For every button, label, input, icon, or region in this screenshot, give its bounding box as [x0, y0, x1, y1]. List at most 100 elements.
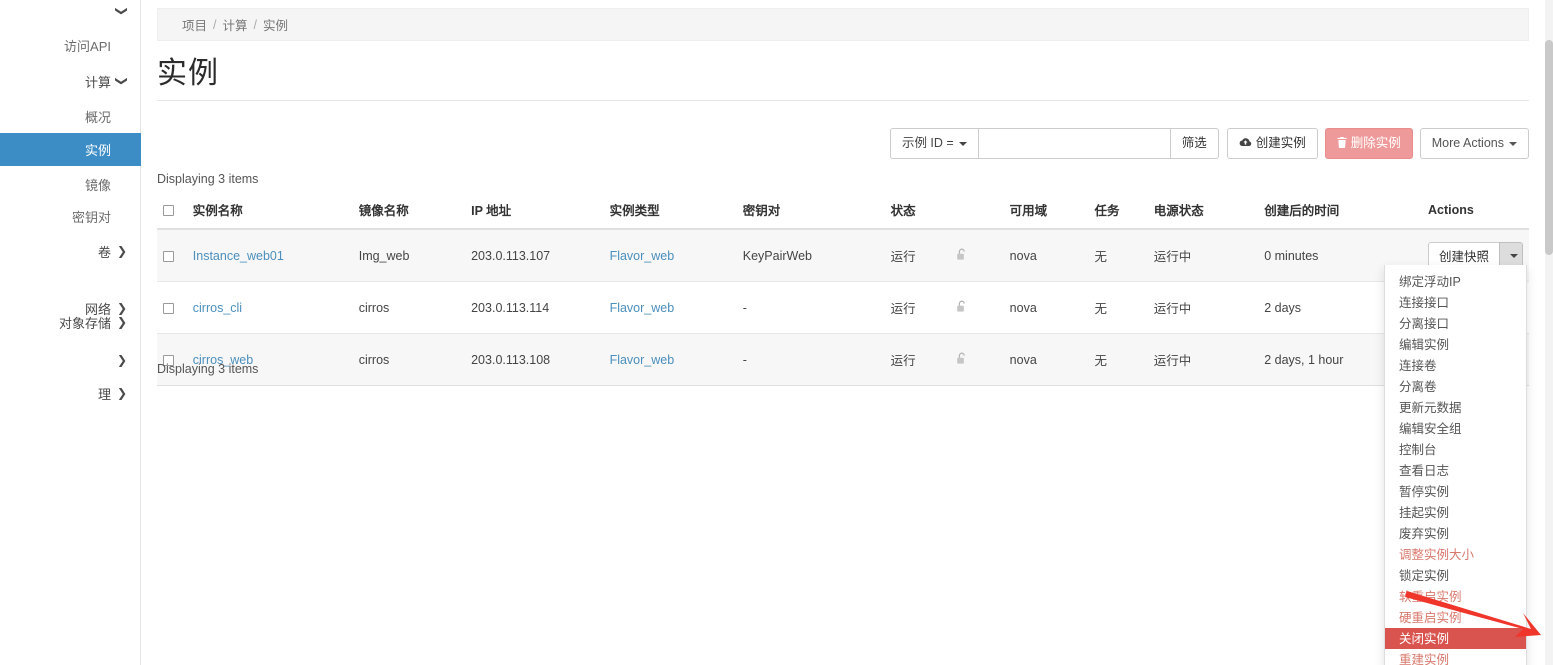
page-scrollbar-thumb[interactable] — [1545, 40, 1553, 255]
cell-keypair: - — [737, 334, 885, 386]
menu-item-15[interactable]: 软重启实例 — [1385, 586, 1526, 607]
cell-power-state: 运行中 — [1148, 334, 1258, 386]
chevron-right-icon: ❯ — [111, 354, 127, 366]
sidebar-item-label: 计算 — [10, 72, 111, 91]
sidebar-item-volumes-group[interactable]: 卷❯ — [0, 235, 141, 267]
cell-instance-name: cirros_cli — [187, 282, 353, 334]
cell-power-state-text: 运行中 — [1154, 250, 1192, 264]
chevron-down-icon: ❯ — [111, 75, 127, 87]
breadcrumb-item-1[interactable]: 计算 — [223, 15, 248, 34]
sidebar-item-compute-group[interactable]: 计算❯ — [0, 66, 141, 96]
menu-item-1[interactable]: 连接接口 — [1385, 292, 1526, 313]
main-content: 项目/计算/实例 实例 示例 ID = 筛选 创建实例 — [141, 0, 1545, 665]
header-ip-address[interactable]: IP 地址 — [465, 196, 603, 229]
header-task[interactable]: 任务 — [1089, 196, 1148, 229]
menu-item-4[interactable]: 连接卷 — [1385, 355, 1526, 376]
instances-table: 实例名称 镜像名称 IP 地址 实例类型 密钥对 状态 可用域 任务 电源状态 … — [157, 196, 1529, 386]
filter-field-select[interactable]: 示例 ID = — [890, 128, 979, 159]
menu-item-2[interactable]: 分离接口 — [1385, 313, 1526, 334]
menu-item-0[interactable]: 绑定浮动IP — [1385, 271, 1526, 292]
sidebar-item-images[interactable]: 镜像 — [0, 169, 141, 199]
menu-item-14[interactable]: 锁定实例 — [1385, 565, 1526, 586]
menu-item-12[interactable]: 废弃实例 — [1385, 523, 1526, 544]
cell-flavor: Flavor_web — [604, 229, 737, 282]
unlock-icon[interactable] — [956, 249, 968, 264]
sidebar-item-key-pairs[interactable]: 密钥对 — [0, 201, 141, 231]
sidebar: ❯访问API计算❯概况实例镜像密钥对卷❯网络❯对象存储❯❯理❯ — [0, 0, 141, 665]
chevron-down-icon — [1510, 254, 1518, 258]
cell-keypair: KeyPairWeb — [737, 229, 885, 282]
menu-item-6[interactable]: 更新元数据 — [1385, 397, 1526, 418]
header-status[interactable]: 状态 — [885, 196, 950, 229]
sidebar-item-label: 访问API — [10, 36, 111, 55]
menu-item-16[interactable]: 硬重启实例 — [1385, 607, 1526, 628]
table-header: 实例名称 镜像名称 IP 地址 实例类型 密钥对 状态 可用域 任务 电源状态 … — [157, 196, 1529, 229]
sidebar-item-overview[interactable]: 概况 — [0, 101, 141, 131]
menu-item-13[interactable]: 调整实例大小 — [1385, 544, 1526, 565]
header-instance-name[interactable]: 实例名称 — [187, 196, 353, 229]
cell-ip-address-text: 203.0.113.107 — [471, 249, 550, 263]
more-actions-button[interactable]: More Actions — [1420, 128, 1529, 159]
sidebar-item-object-store-group[interactable]: 对象存储❯ — [0, 305, 141, 339]
cell-status-text: 运行 — [891, 354, 916, 368]
cell-keypair-text: - — [743, 353, 747, 367]
cell-image-name: cirros — [353, 334, 465, 386]
row-checkbox[interactable] — [163, 303, 174, 314]
chevron-down-icon: ❯ — [111, 5, 127, 17]
sidebar-item-unnamed-group[interactable]: ❯ — [0, 344, 141, 376]
breadcrumb-item-2: 实例 — [263, 15, 288, 34]
menu-item-18[interactable]: 重建实例 — [1385, 649, 1526, 665]
menu-item-7[interactable]: 编辑安全组 — [1385, 418, 1526, 439]
row-checkbox[interactable] — [163, 251, 174, 262]
cell-instance-name-text[interactable]: Instance_web01 — [193, 249, 284, 263]
menu-item-10[interactable]: 暂停实例 — [1385, 481, 1526, 502]
breadcrumb-item-0[interactable]: 项目 — [182, 15, 207, 34]
table-header-row: 实例名称 镜像名称 IP 地址 实例类型 密钥对 状态 可用域 任务 电源状态 … — [157, 196, 1529, 229]
header-flavor[interactable]: 实例类型 — [604, 196, 737, 229]
cell-image-name-text: cirros — [359, 301, 390, 315]
sidebar-item-admin-group[interactable]: 理❯ — [0, 377, 141, 409]
cell-flavor: Flavor_web — [604, 282, 737, 334]
menu-item-9[interactable]: 查看日志 — [1385, 460, 1526, 481]
menu-item-11[interactable]: 挂起实例 — [1385, 502, 1526, 523]
header-image-name[interactable]: 镜像名称 — [353, 196, 465, 229]
select-all-checkbox[interactable] — [163, 205, 174, 216]
delete-instance-button[interactable]: 删除实例 — [1325, 128, 1413, 159]
cell-keypair-text: - — [743, 301, 747, 315]
header-power-state[interactable]: 电源状态 — [1148, 196, 1258, 229]
menu-item-8[interactable]: 控制台 — [1385, 439, 1526, 460]
unlock-icon[interactable] — [956, 301, 968, 316]
cell-availability-zone: nova — [1004, 334, 1089, 386]
cell-flavor-text[interactable]: Flavor_web — [610, 353, 675, 367]
create-snapshot-label: 创建快照 — [1439, 246, 1489, 265]
cell-instance-name: cirros_web — [187, 334, 353, 386]
menu-item-3[interactable]: 编辑实例 — [1385, 334, 1526, 355]
table-row: cirros_clicirros203.0.113.114Flavor_web-… — [157, 282, 1529, 334]
cell-flavor-text[interactable]: Flavor_web — [610, 301, 675, 315]
filter-button[interactable]: 筛选 — [1171, 128, 1219, 159]
sidebar-item-api-access[interactable]: 访问API — [0, 32, 141, 58]
menu-item-17[interactable]: 关闭实例 — [1385, 628, 1526, 649]
cell-status: 运行 — [885, 229, 950, 282]
displaying-count-top: Displaying 3 items — [157, 172, 258, 186]
sidebar-item-identity-group[interactable]: ❯ — [0, 0, 141, 24]
cell-flavor-text[interactable]: Flavor_web — [610, 249, 675, 263]
sidebar-item-label: 对象存储 — [10, 313, 111, 332]
sidebar-item-instances[interactable]: 实例 — [0, 133, 141, 166]
cell-instance-name-text[interactable]: cirros_cli — [193, 301, 242, 315]
cell-task-text: 无 — [1095, 354, 1108, 368]
cell-keypair: - — [737, 282, 885, 334]
unlock-icon[interactable] — [956, 353, 968, 368]
create-instance-button[interactable]: 创建实例 — [1227, 128, 1318, 159]
header-availability-zone[interactable]: 可用域 — [1004, 196, 1089, 229]
filter-input[interactable] — [979, 128, 1171, 159]
header-created-time[interactable]: 创建后的时间 — [1258, 196, 1422, 229]
page-scrollbar-track[interactable] — [1545, 0, 1553, 665]
menu-item-5[interactable]: 分离卷 — [1385, 376, 1526, 397]
cell-image-name-text: cirros — [359, 353, 390, 367]
cell-availability-zone: nova — [1004, 282, 1089, 334]
cell-status: 运行 — [885, 334, 950, 386]
cell-flavor: Flavor_web — [604, 334, 737, 386]
cell-ip-address-text: 203.0.113.108 — [471, 353, 550, 367]
header-keypair[interactable]: 密钥对 — [737, 196, 885, 229]
